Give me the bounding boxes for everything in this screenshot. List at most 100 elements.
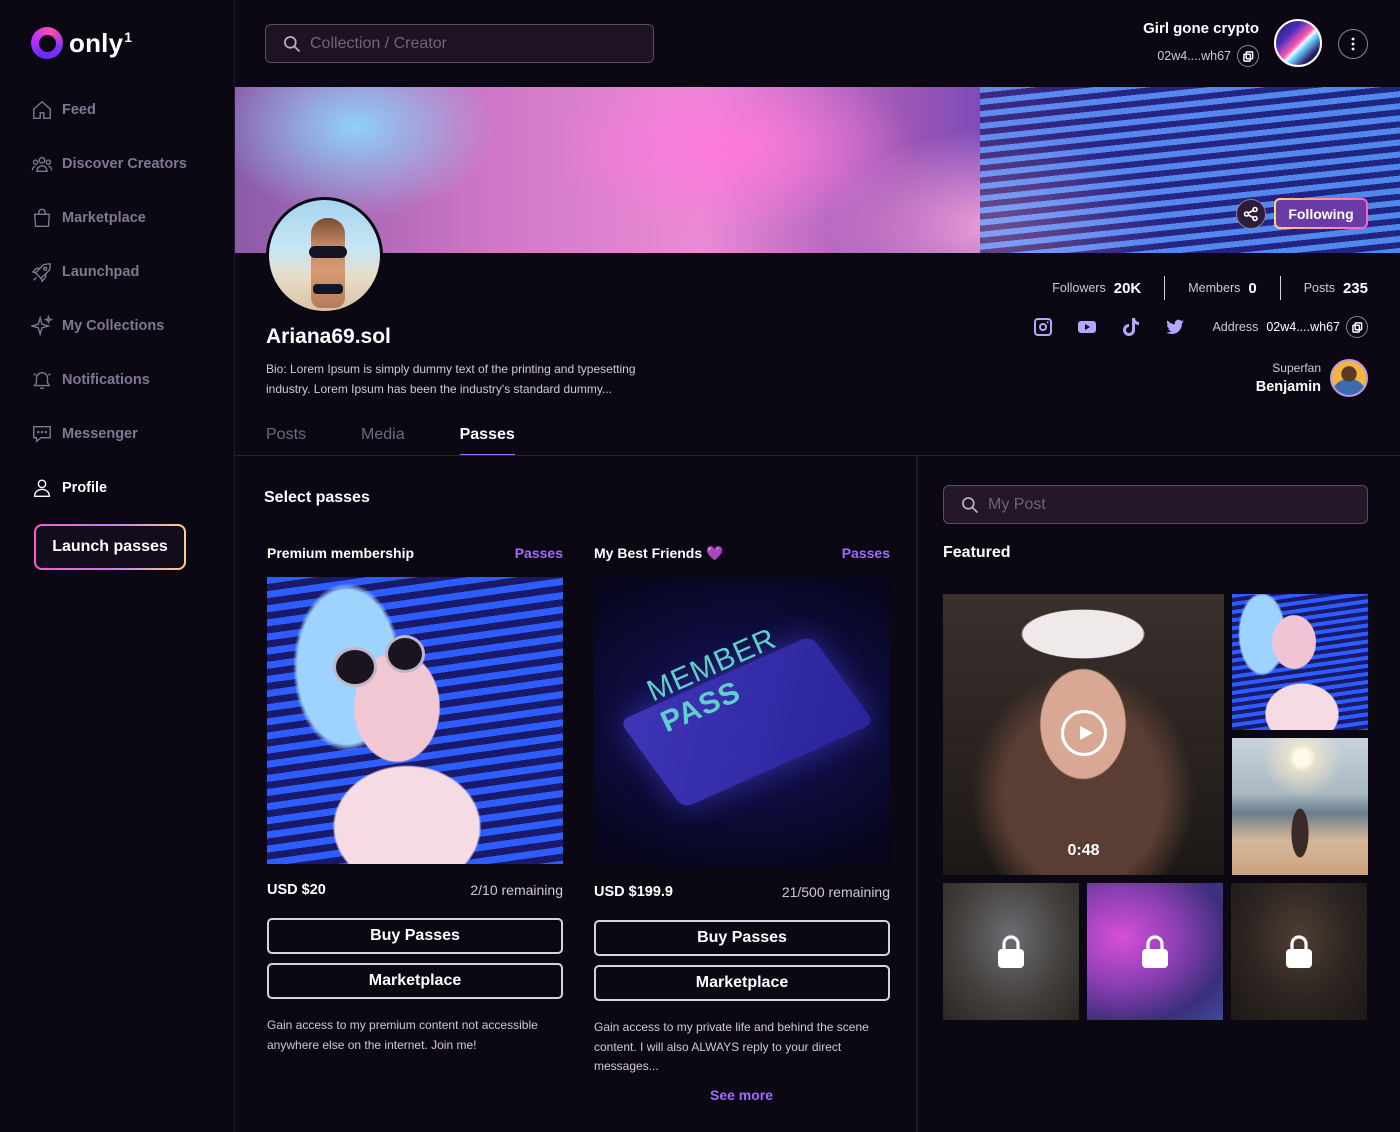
profile-avatar[interactable]: [266, 197, 383, 314]
posts-stat[interactable]: Posts 235: [1304, 280, 1368, 297]
rocket-icon: [31, 263, 51, 283]
pass-description: Gain access to my premium content not ac…: [267, 1018, 538, 1052]
superfan-label: Superfan: [1272, 361, 1321, 375]
copy-user-address-button[interactable]: [1237, 45, 1259, 67]
following-button[interactable]: Following: [1274, 198, 1368, 229]
sidebar-item-my-collections[interactable]: My Collections: [31, 312, 187, 340]
featured-image-tile[interactable]: [1232, 594, 1368, 730]
pass-card-best-friends: My Best Friends 💜 Passes MEMBER PASS USD…: [594, 545, 890, 1077]
members-stat[interactable]: Members 0: [1188, 280, 1256, 297]
see-more-link[interactable]: See more: [710, 1087, 773, 1103]
sidebar-item-label: Messenger: [62, 426, 138, 442]
post-search-bar[interactable]: [943, 485, 1368, 524]
share-icon: [1243, 206, 1258, 222]
select-passes-title: Select passes: [264, 489, 370, 506]
sparkle-icon: [31, 315, 53, 337]
profile-tabs: Posts Media Passes: [266, 426, 570, 456]
copy-profile-address-button[interactable]: [1346, 316, 1368, 338]
locked-post-tile[interactable]: [1087, 883, 1223, 1020]
sidebar-nav: Feed Discover Creators Marketplace Launc…: [31, 96, 187, 528]
twitter-icon: [1166, 319, 1184, 335]
play-button[interactable]: [1061, 710, 1107, 756]
sidebar-item-feed[interactable]: Feed: [31, 96, 187, 124]
copy-icon: [1242, 50, 1253, 62]
youtube-link[interactable]: [1076, 316, 1098, 338]
buy-passes-button[interactable]: Buy Passes: [594, 920, 890, 956]
sidebar-item-messenger[interactable]: Messenger: [31, 420, 187, 448]
superfan-avatar: [1330, 359, 1368, 397]
sidebar: only1 Feed Discover Creators Marketplace…: [0, 0, 235, 1132]
locked-post-tile[interactable]: [943, 883, 1079, 1020]
sidebar-item-label: Profile: [62, 480, 108, 496]
profile-stats: Followers 20K Members 0 Posts 235: [1052, 276, 1368, 300]
collection-search-input[interactable]: [310, 34, 630, 53]
pass-image[interactable]: MEMBER PASS: [594, 577, 890, 866]
users-icon: [31, 156, 53, 173]
followers-stat[interactable]: Followers 20K: [1052, 280, 1141, 297]
share-button[interactable]: [1236, 199, 1266, 229]
superfan[interactable]: Superfan Benjamin: [1256, 359, 1368, 397]
play-icon: [1079, 726, 1093, 740]
tab-media[interactable]: Media: [361, 426, 405, 456]
twitter-link[interactable]: [1164, 316, 1186, 338]
user-icon: [33, 479, 51, 497]
profile-bio: Bio: Lorem Ipsum is simply dummy text of…: [266, 362, 636, 396]
home-icon: [33, 100, 51, 119]
logo-text: only1: [69, 27, 133, 58]
app-logo[interactable]: only1: [31, 27, 132, 59]
sidebar-item-label: Launchpad: [62, 264, 140, 280]
pass-name: My Best Friends 💜: [594, 545, 724, 561]
tab-passes[interactable]: Passes: [459, 426, 515, 456]
featured-image-tile[interactable]: [1232, 738, 1368, 875]
youtube-icon: [1078, 321, 1096, 333]
column-divider: [916, 456, 918, 1132]
user-avatar[interactable]: [1274, 19, 1322, 67]
social-links: [1032, 316, 1208, 338]
search-icon: [962, 496, 979, 513]
featured-video-tile[interactable]: 0:48: [943, 594, 1224, 875]
pass-remaining: 21/500 remaining: [781, 884, 890, 900]
sidebar-item-notifications[interactable]: Notifications: [31, 366, 187, 394]
profile-banner: [235, 87, 1400, 253]
tiktok-link[interactable]: [1120, 316, 1142, 338]
chat-icon: [33, 425, 51, 443]
pass-name: Premium membership: [267, 545, 415, 561]
tabs-divider: [235, 455, 1400, 456]
profile-name: Ariana69.sol: [266, 325, 391, 348]
more-vertical-icon: [1351, 37, 1355, 51]
sidebar-item-discover-creators[interactable]: Discover Creators: [31, 150, 187, 178]
pass-tag-link[interactable]: Passes: [842, 545, 890, 565]
launch-passes-button[interactable]: Launch passes: [34, 524, 186, 570]
bag-icon: [33, 208, 51, 227]
logo-ring-icon: [31, 27, 63, 59]
tab-posts[interactable]: Posts: [266, 426, 306, 456]
sidebar-item-marketplace[interactable]: Marketplace: [31, 204, 187, 232]
copy-icon: [1351, 321, 1362, 333]
sidebar-item-label: Feed: [62, 102, 96, 118]
instagram-link[interactable]: [1032, 316, 1054, 338]
sidebar-item-label: Discover Creators: [62, 156, 187, 172]
marketplace-button[interactable]: Marketplace: [267, 963, 563, 999]
featured-title: Featured: [943, 544, 1011, 561]
stat-divider: [1164, 276, 1166, 300]
lock-icon: [1286, 934, 1312, 968]
collection-search-bar[interactable]: [265, 24, 654, 63]
more-menu-button[interactable]: [1338, 29, 1368, 59]
pass-card-premium: Premium membership Passes USD $20 2/10 r…: [267, 545, 563, 1055]
locked-post-tile[interactable]: [1231, 883, 1367, 1020]
marketplace-button[interactable]: Marketplace: [594, 965, 890, 1001]
pass-price: USD $199.9: [594, 884, 673, 900]
lock-icon: [998, 934, 1024, 968]
buy-passes-button[interactable]: Buy Passes: [267, 918, 563, 954]
pass-image[interactable]: [267, 577, 563, 864]
user-name: Girl gone crypto: [1143, 20, 1259, 37]
user-info: Girl gone crypto 02w4....wh67: [1143, 20, 1259, 67]
pass-tag-link[interactable]: Passes: [515, 545, 563, 565]
post-search-input[interactable]: [988, 495, 1348, 514]
stat-divider: [1279, 276, 1281, 300]
sidebar-item-launchpad[interactable]: Launchpad: [31, 258, 187, 286]
bell-icon: [33, 372, 51, 389]
sidebar-item-profile[interactable]: Profile: [31, 474, 187, 502]
instagram-icon: [1034, 318, 1052, 336]
sidebar-item-label: Notifications: [62, 372, 150, 388]
